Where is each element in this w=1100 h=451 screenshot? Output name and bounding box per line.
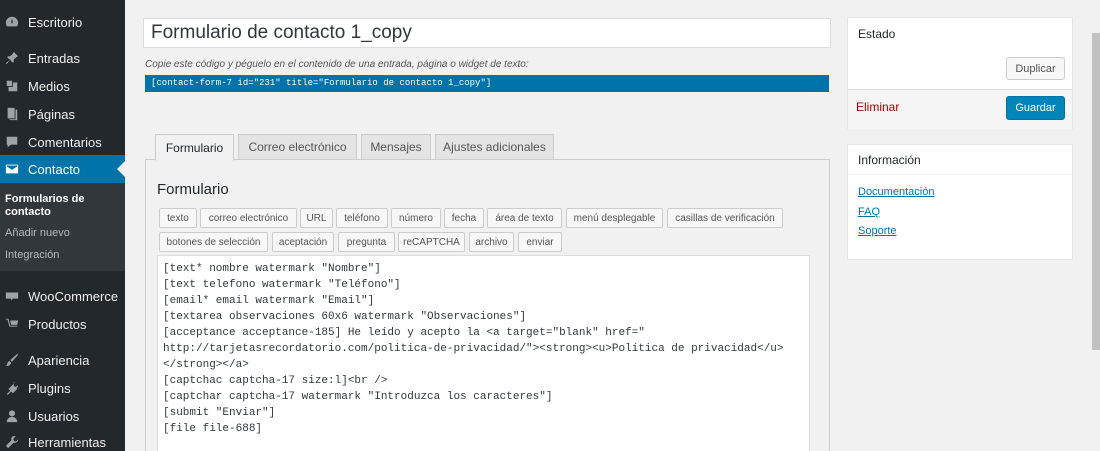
- sidebar-item-productos[interactable]: Productos: [0, 310, 125, 338]
- scrollbar-thumb[interactable]: [1092, 33, 1100, 350]
- tag-button-fecha[interactable]: fecha: [444, 208, 484, 228]
- plugin-icon: [4, 380, 20, 396]
- sidebar-item-entradas[interactable]: Entradas: [0, 44, 125, 72]
- form-code-textarea[interactable]: [text* nombre watermark "Nombre"] [text …: [157, 255, 810, 451]
- shortcode-hint: Copie este código y péguelo en el conten…: [145, 59, 529, 70]
- tag-button-url[interactable]: URL: [300, 208, 333, 228]
- sidebar-item-herramientas[interactable]: Herramientas: [0, 428, 125, 451]
- user-icon: [4, 408, 20, 424]
- sidebar-item-apariencia[interactable]: Apariencia: [0, 346, 125, 374]
- tag-button-recaptcha[interactable]: reCAPTCHA: [398, 232, 465, 252]
- tag-button-enviar[interactable]: enviar: [518, 232, 562, 252]
- save-button[interactable]: Guardar: [1006, 96, 1065, 120]
- tag-button-pregunta[interactable]: pregunta: [338, 232, 395, 252]
- form-panel-heading: Formulario: [157, 181, 229, 198]
- pages-icon: [4, 106, 20, 122]
- tab-mensajes[interactable]: Mensajes: [361, 134, 431, 160]
- sidebar-item-label: WooCommerce: [28, 288, 119, 304]
- delete-link[interactable]: Eliminar: [856, 100, 899, 114]
- media-icon: [4, 78, 20, 94]
- sidebar-item-label: Plugins: [28, 380, 71, 396]
- admin-sidebar: Escritorio Entradas Medios Páginas Comen…: [0, 0, 125, 451]
- tag-button-botones-seleccion[interactable]: botones de selección: [159, 232, 268, 252]
- sidebar-item-usuarios[interactable]: Usuarios: [0, 402, 125, 430]
- sidebar-item-label: Productos: [28, 316, 87, 332]
- sidebar-item-label: Comentarios: [28, 134, 102, 150]
- sidebar-item-label: Herramientas: [28, 434, 107, 450]
- sidebar-item-label: Medios: [28, 78, 70, 94]
- tag-button-area-texto[interactable]: área de texto: [487, 208, 562, 228]
- duplicate-button[interactable]: Duplicar: [1006, 57, 1065, 80]
- submenu-integracion[interactable]: Integración: [5, 249, 59, 262]
- tag-button-numero[interactable]: número: [391, 208, 441, 228]
- sidebar-item-label: Entradas: [28, 50, 81, 66]
- form-title-input[interactable]: Formulario de contacto 1_copy: [143, 18, 831, 48]
- link-soporte[interactable]: Soporte: [858, 225, 897, 237]
- info-box-title: Información: [858, 153, 921, 167]
- sidebar-item-label: Escritorio: [28, 14, 83, 30]
- tag-button-menu-desplegable[interactable]: menú desplegable: [566, 208, 663, 228]
- submenu-formularios[interactable]: Formularios de contacto: [5, 193, 115, 219]
- sidebar-item-woocommerce[interactable]: WooCommerce: [0, 282, 125, 310]
- sidebar-item-medios[interactable]: Medios: [0, 72, 125, 100]
- dashboard-icon: [4, 14, 20, 30]
- status-box-title: Estado: [858, 27, 896, 41]
- pin-icon: [4, 50, 20, 66]
- tag-button-aceptacion[interactable]: aceptación: [272, 232, 334, 252]
- brush-icon: [4, 352, 20, 368]
- sidebar-item-label: Contacto: [28, 161, 81, 177]
- sidebar-item-label: Usuarios: [28, 408, 80, 424]
- tag-button-telefono[interactable]: teléfono: [336, 208, 388, 228]
- info-box: Información: [847, 144, 1073, 260]
- shortcode-field[interactable]: [contact-form-7 id="231" title="Formular…: [145, 75, 829, 92]
- woocommerce-icon: [4, 288, 20, 304]
- submenu-anadir-nuevo[interactable]: Añadir nuevo: [5, 227, 70, 240]
- comments-icon: [4, 134, 20, 150]
- sidebar-item-paginas[interactable]: Páginas: [0, 100, 125, 128]
- link-documentacion[interactable]: Documentación: [858, 186, 934, 198]
- sidebar-item-label: Apariencia: [28, 352, 90, 368]
- wrench-icon: [4, 434, 20, 450]
- tab-formulario[interactable]: Formulario: [155, 134, 234, 161]
- sidebar-item-contacto[interactable]: Contacto: [0, 155, 125, 183]
- info-box-divider: [848, 174, 1072, 175]
- sidebar-item-comentarios[interactable]: Comentarios: [0, 128, 125, 156]
- mail-icon: [4, 161, 20, 177]
- tag-button-archivo[interactable]: archivo: [469, 232, 514, 252]
- tag-button-correo[interactable]: correo electrónico: [200, 208, 297, 228]
- link-faq[interactable]: FAQ: [858, 206, 880, 218]
- sidebar-item-plugins[interactable]: Plugins: [0, 374, 125, 402]
- sidebar-item-label: Páginas: [28, 106, 75, 122]
- tab-correo-electronico[interactable]: Correo electrónico: [238, 134, 357, 160]
- tab-ajustes-adicionales[interactable]: Ajustes adicionales: [435, 134, 554, 160]
- tag-button-casillas[interactable]: casillas de verificación: [667, 208, 783, 228]
- contacto-submenu: Formularios de contacto Añadir nuevo Int…: [0, 183, 125, 271]
- sidebar-item-escritorio[interactable]: Escritorio: [0, 8, 125, 36]
- tag-button-texto[interactable]: texto: [159, 208, 197, 228]
- cart-icon: [4, 316, 20, 332]
